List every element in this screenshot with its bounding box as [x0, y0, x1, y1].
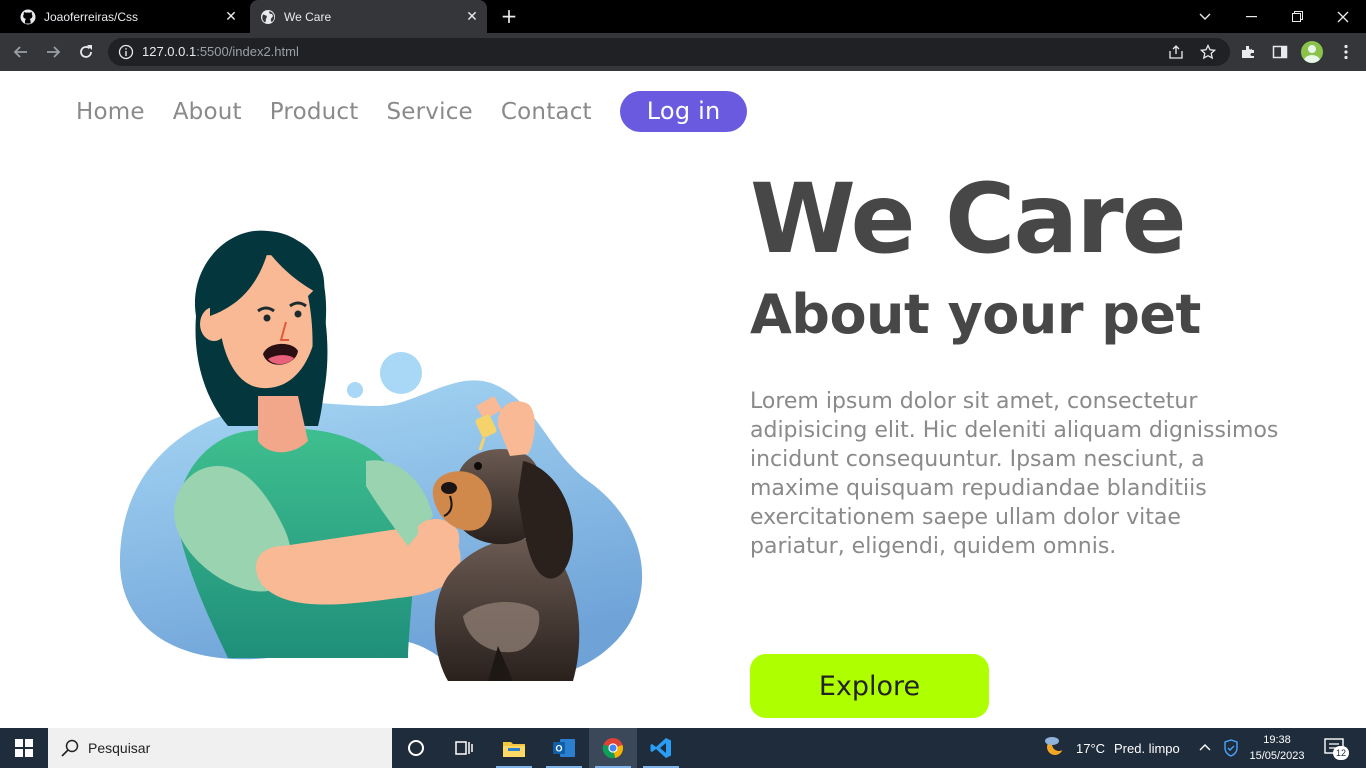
minimize-icon[interactable] [1228, 0, 1274, 33]
hero-description: Lorem ipsum dolor sit amet, consectetur … [750, 389, 1279, 559]
menu-dots-icon[interactable] [1336, 42, 1356, 62]
weather-temperature: 17°C [1076, 741, 1106, 756]
hero-title: We Care [750, 163, 1187, 275]
clock-time: 19:38 [1263, 734, 1291, 746]
vet-illustration [119, 230, 643, 681]
task-view-icon[interactable] [440, 728, 488, 768]
taskbar-clock[interactable]: 19:38 15/05/2023 [1246, 732, 1308, 764]
file-explorer-icon[interactable] [490, 728, 538, 768]
tab-title: We Care [284, 9, 332, 24]
close-tab-icon[interactable]: ✕ [465, 8, 479, 24]
taskbar-search-box[interactable]: Pesquisar [48, 728, 392, 768]
bookmark-star-icon[interactable] [1198, 42, 1218, 62]
cortana-icon[interactable] [392, 728, 440, 768]
hero-subtitle: About your pet [750, 283, 1201, 346]
explore-button[interactable]: Explore [750, 654, 989, 718]
globe-icon [260, 9, 276, 25]
tray-chevron-up-icon[interactable] [1198, 740, 1212, 759]
nav-link-product[interactable]: Product [270, 99, 359, 125]
weather-moon-icon [1045, 737, 1066, 755]
outlook-icon[interactable]: O [540, 728, 588, 768]
tab-we-care[interactable]: We Care ✕ [250, 0, 487, 33]
tab-search-icon[interactable] [1182, 0, 1228, 33]
security-shield-icon[interactable] [1223, 739, 1239, 761]
browser-tab-bar: Joaoferreiras/Css ✕ We Care ✕ + [0, 0, 1366, 33]
bubble-small [347, 382, 363, 398]
extensions-icon[interactable] [1238, 42, 1258, 62]
clock-date: 15/05/2023 [1249, 750, 1305, 762]
login-button[interactable]: Log in [619, 91, 748, 132]
site-info-icon[interactable] [118, 44, 134, 60]
nav-link-about[interactable]: About [173, 99, 242, 125]
notification-count-badge: 12 [1333, 746, 1349, 760]
search-placeholder: Pesquisar [88, 740, 151, 756]
restore-icon[interactable] [1274, 0, 1320, 33]
new-tab-icon[interactable]: + [500, 6, 518, 26]
svg-text:O: O [555, 744, 562, 754]
start-button[interactable] [0, 728, 48, 768]
profile-avatar[interactable] [1301, 41, 1323, 63]
nav-link-home[interactable]: Home [76, 99, 145, 125]
tab-title: Joaoferreiras/Css [44, 9, 139, 24]
close-window-icon[interactable] [1320, 0, 1366, 33]
address-bar[interactable]: 127.0.0.1:5500/index2.html [108, 38, 1230, 66]
bubble-large [380, 352, 422, 394]
weather-description: Pred. limpo [1114, 741, 1180, 756]
forward-icon[interactable] [42, 41, 64, 63]
reload-icon[interactable] [75, 41, 97, 63]
notification-center-icon[interactable]: 12 [1320, 736, 1350, 760]
windows-logo-icon [15, 739, 33, 757]
nav-link-service[interactable]: Service [386, 99, 472, 125]
tab-github[interactable]: Joaoferreiras/Css ✕ [10, 0, 246, 33]
share-icon[interactable] [1166, 42, 1186, 62]
main-nav: Home About Product Service Contact Log i… [76, 91, 775, 132]
github-icon [20, 9, 36, 25]
chrome-icon[interactable] [589, 728, 637, 768]
close-tab-icon[interactable]: ✕ [224, 8, 238, 24]
side-panel-icon[interactable] [1270, 42, 1290, 62]
vscode-icon[interactable] [637, 728, 685, 768]
browser-toolbar: 127.0.0.1:5500/index2.html [0, 33, 1366, 71]
back-icon[interactable] [10, 41, 32, 63]
nav-link-contact[interactable]: Contact [501, 99, 592, 125]
search-icon [61, 739, 79, 757]
url-text: 127.0.0.1:5500/index2.html [142, 44, 299, 59]
windows-taskbar: Pesquisar O 17°C Pred. limpo 19:38 15/05… [0, 728, 1366, 768]
web-page: Home About Product Service Contact Log i… [0, 71, 1366, 728]
